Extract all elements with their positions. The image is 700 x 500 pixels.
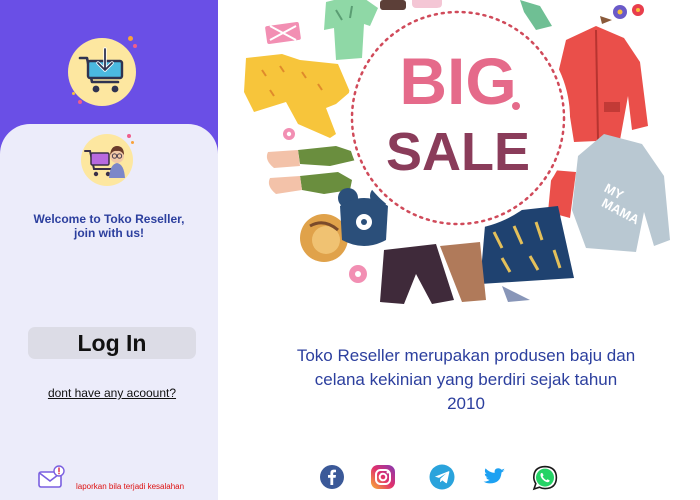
bottom-flower-illustration: [349, 265, 367, 283]
facebook-link[interactable]: [319, 464, 347, 492]
decor-dot: [72, 92, 75, 95]
report-error-link[interactable]: laporkan bila terjadi kesalahan: [38, 465, 185, 494]
download-cart-logo: [68, 38, 136, 106]
login-button[interactable]: Log In: [28, 327, 196, 359]
mail-alert-icon: [38, 465, 66, 494]
small-shoe-illustration: [502, 286, 530, 302]
decor-dot: [133, 44, 137, 48]
straw-hat-illustration: [300, 214, 348, 262]
decor-dot: [78, 100, 82, 104]
company-description: Toko Reseller merupakan produsen baju da…: [296, 346, 636, 413]
whatsapp-link[interactable]: [531, 464, 559, 492]
flower-illustration: [600, 4, 644, 24]
signup-link[interactable]: dont have any acoount?: [0, 386, 218, 400]
twitter-icon: [481, 464, 509, 490]
yellow-dress-illustration: [244, 54, 350, 138]
socks-illustration: [266, 146, 356, 194]
telegram-link[interactable]: [429, 464, 457, 492]
telegram-icon: [429, 464, 457, 490]
login-card: Welcome to Toko Reseller, join with us! …: [0, 124, 218, 500]
big-text: BIG: [399, 44, 516, 118]
shoe-illustration: [380, 0, 406, 10]
report-error-text: laporkan bila terjadi kesalahan: [76, 482, 185, 491]
page: Welcome to Toko Reseller, join with us! …: [0, 0, 700, 500]
decor-dot: [128, 36, 133, 41]
sale-text: SALE: [386, 122, 530, 182]
welcome-message: Welcome to Toko Reseller, join with us!: [33, 212, 185, 240]
whatsapp-icon: [531, 464, 559, 492]
instagram-icon: [370, 464, 398, 490]
decor-dot: [131, 141, 134, 144]
grey-sweater-illustration: MY MAMA: [572, 134, 670, 252]
big-sale-banner: MY MAMA BIG SALE: [240, 0, 680, 304]
hat-illustration: [412, 0, 442, 8]
shopper-cart-logo: [81, 134, 133, 186]
big-sale-badge: BIG SALE: [346, 6, 570, 230]
top-right-shirt-illustration: [520, 0, 552, 30]
instagram-link[interactable]: [370, 464, 398, 492]
twitter-link[interactable]: [481, 464, 509, 492]
facebook-icon: [319, 464, 347, 490]
left-panel: Welcome to Toko Reseller, join with us! …: [0, 0, 218, 500]
decor-dot: [127, 134, 131, 138]
gift-box-illustration: [265, 21, 301, 45]
